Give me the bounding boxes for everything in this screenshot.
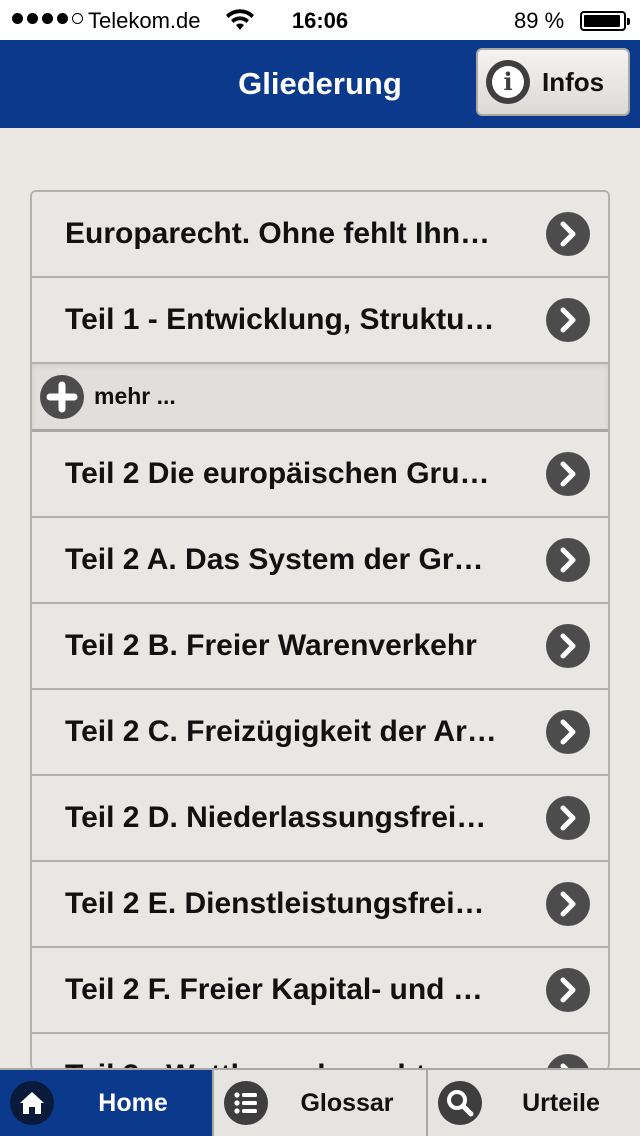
chevron-right-icon — [546, 538, 590, 582]
tab-urteile[interactable]: Urteile — [428, 1070, 640, 1136]
chevron-right-icon — [546, 968, 590, 1012]
list-item[interactable]: Teil 3 - Wettbewerbsrecht… — [32, 1034, 608, 1070]
infos-button-label: Infos — [542, 66, 605, 97]
list-item[interactable]: Teil 2 F. Freier Kapital- und … — [32, 948, 608, 1034]
search-icon — [438, 1081, 482, 1125]
info-icon: i — [486, 60, 530, 104]
list-item[interactable]: Teil 1 - Entwicklung, Struktu… — [32, 278, 608, 364]
list-item-label: Teil 2 A. Das System der Gr… — [65, 543, 484, 576]
list-item-label: Teil 2 C. Freizügigkeit der Ar… — [65, 715, 497, 748]
outline-list: Europarecht. Ohne fehlt Ihn… Teil 1 - En… — [30, 190, 610, 1070]
chevron-right-icon — [546, 796, 590, 840]
tab-home-label: Home — [98, 1088, 168, 1117]
chevron-right-icon — [546, 882, 590, 926]
list-item-label: Teil 1 - Entwicklung, Struktu… — [65, 303, 495, 336]
list-item[interactable]: Teil 2 Die europäischen Gru… — [32, 432, 608, 518]
list-item[interactable]: Teil 2 A. Das System der Gr… — [32, 518, 608, 604]
navigation-bar: Gliederung i Infos — [0, 40, 640, 128]
tab-home[interactable]: Home — [0, 1070, 214, 1136]
list-item[interactable]: Teil 2 C. Freizügigkeit der Ar… — [32, 690, 608, 776]
list-item-label: Teil 2 E. Dienstleistungsfrei… — [65, 887, 485, 920]
list-item[interactable]: Europarecht. Ohne fehlt Ihn… — [32, 192, 608, 278]
tab-glossar[interactable]: Glossar — [214, 1070, 428, 1136]
tab-urteile-label: Urteile — [522, 1088, 600, 1117]
chevron-right-icon — [546, 212, 590, 256]
list-item-label: Teil 2 D. Niederlassungsfrei… — [65, 801, 487, 834]
status-bar: Telekom.de 16:06 89 % — [0, 0, 640, 40]
battery-icon — [580, 11, 630, 31]
list-item-label: Europarecht. Ohne fehlt Ihn… — [65, 217, 491, 250]
list-item-label: Teil 2 F. Freier Kapital- und … — [65, 973, 483, 1006]
tab-glossar-label: Glossar — [300, 1088, 394, 1117]
chevron-right-icon — [546, 452, 590, 496]
tab-bar: Home Glossar Urteile — [0, 1068, 640, 1136]
more-label: mehr ... — [94, 383, 176, 409]
chevron-right-icon — [546, 624, 590, 668]
list-item-label: Teil 2 B. Freier Warenverkehr — [65, 629, 477, 662]
chevron-right-icon — [546, 298, 590, 342]
home-icon — [10, 1081, 54, 1125]
battery-percentage: 89 % — [514, 8, 565, 33]
list-item[interactable]: Teil 2 B. Freier Warenverkehr — [32, 604, 608, 690]
plus-icon — [40, 374, 84, 419]
list-item[interactable]: Teil 2 E. Dienstleistungsfrei… — [32, 862, 608, 948]
more-button[interactable]: mehr ... — [32, 364, 608, 432]
list-item[interactable]: Teil 2 D. Niederlassungsfrei… — [32, 776, 608, 862]
infos-button[interactable]: i Infos — [476, 48, 630, 116]
list-icon — [224, 1081, 268, 1125]
list-item-label: Teil 2 Die europäischen Gru… — [65, 457, 490, 490]
chevron-right-icon — [546, 710, 590, 754]
